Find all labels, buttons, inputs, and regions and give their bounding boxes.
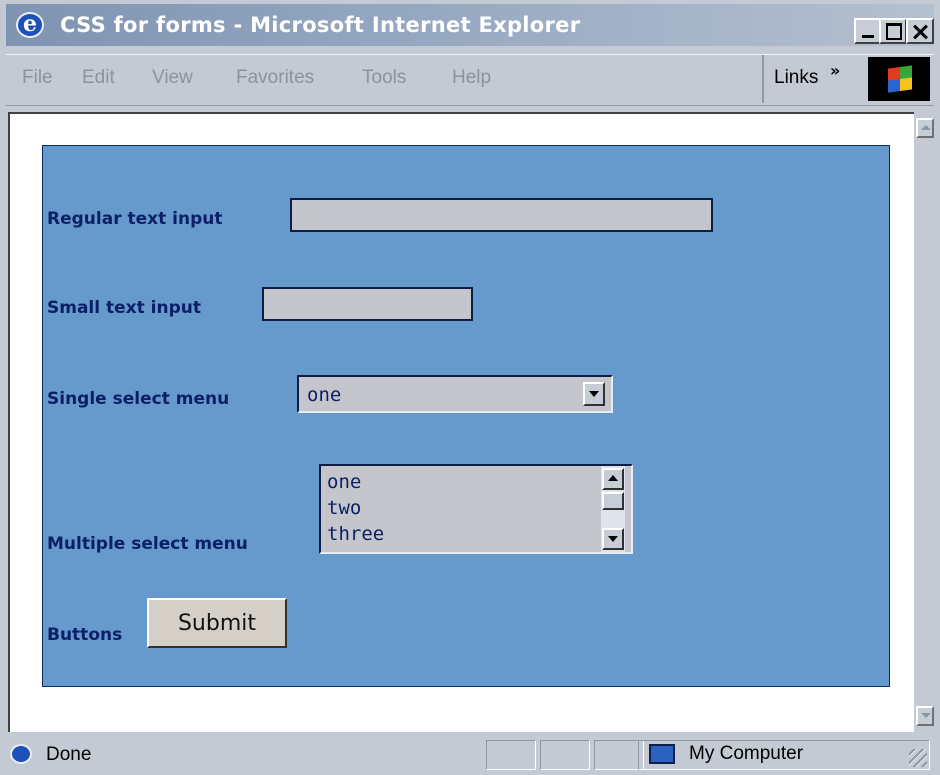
list-option[interactable]: one bbox=[327, 470, 361, 494]
list-option[interactable]: two bbox=[327, 496, 361, 520]
status-panel bbox=[540, 740, 590, 770]
scroll-down-icon[interactable] bbox=[916, 706, 934, 726]
menu-edit[interactable]: Edit bbox=[82, 67, 115, 89]
minimize-button[interactable] bbox=[854, 18, 882, 44]
menu-view[interactable]: View bbox=[152, 67, 193, 89]
scroll-up-icon[interactable] bbox=[602, 468, 624, 490]
windows-logo-icon bbox=[888, 65, 912, 93]
zone-label: My Computer bbox=[689, 743, 804, 764]
multiple-select-menu[interactable]: one two three bbox=[319, 464, 633, 554]
status-text: Done bbox=[46, 744, 92, 765]
list-option[interactable]: three bbox=[327, 522, 384, 546]
small-text-label: Small text input bbox=[47, 298, 201, 318]
resize-grip-icon[interactable] bbox=[909, 749, 927, 767]
status-panel bbox=[486, 740, 536, 770]
ie-page-icon bbox=[10, 744, 32, 764]
vertical-scrollbar[interactable] bbox=[914, 114, 936, 730]
menu-tools[interactable]: Tools bbox=[362, 67, 406, 89]
close-button[interactable] bbox=[906, 18, 934, 44]
window-title: CSS for forms - Microsoft Internet Explo… bbox=[60, 13, 581, 37]
regular-text-input[interactable] bbox=[290, 198, 713, 232]
listbox-scrollbar[interactable] bbox=[601, 466, 625, 552]
menu-help[interactable]: Help bbox=[452, 67, 491, 89]
single-select-label: Single select menu bbox=[47, 389, 230, 409]
ie-logo-icon: e bbox=[16, 11, 44, 38]
submit-button[interactable]: Submit bbox=[147, 598, 287, 648]
multiple-select-label: Multiple select menu bbox=[47, 534, 248, 554]
scroll-thumb[interactable] bbox=[602, 492, 624, 510]
scroll-down-icon[interactable] bbox=[602, 528, 624, 550]
chevron-right-icon[interactable]: » bbox=[830, 61, 840, 80]
scroll-up-icon[interactable] bbox=[916, 118, 934, 138]
single-select-value: one bbox=[307, 384, 342, 406]
security-zone[interactable]: My Computer bbox=[638, 740, 930, 770]
single-select-menu[interactable]: one bbox=[297, 375, 613, 413]
status-panel bbox=[594, 740, 644, 770]
form-panel: Regular text input Small text input Sing… bbox=[42, 145, 890, 687]
small-text-input[interactable] bbox=[262, 287, 473, 321]
links-toolbar[interactable]: Links » bbox=[762, 55, 866, 103]
browser-window: e CSS for forms - Microsoft Internet Exp… bbox=[0, 0, 940, 775]
buttons-label: Buttons bbox=[47, 625, 123, 645]
maximize-button[interactable] bbox=[879, 18, 907, 44]
throbber bbox=[868, 57, 930, 101]
links-label[interactable]: Links bbox=[774, 67, 818, 89]
title-bar[interactable]: e CSS for forms - Microsoft Internet Exp… bbox=[6, 4, 934, 46]
menu-favorites[interactable]: Favorites bbox=[236, 67, 314, 89]
my-computer-icon bbox=[649, 744, 675, 764]
regular-text-label: Regular text input bbox=[47, 209, 223, 229]
status-bar: Done My Computer bbox=[6, 738, 934, 772]
chevron-down-icon[interactable] bbox=[583, 382, 605, 406]
menu-bar: File Edit View Favorites Tools Help Link… bbox=[6, 54, 934, 106]
menu-file[interactable]: File bbox=[22, 67, 53, 89]
